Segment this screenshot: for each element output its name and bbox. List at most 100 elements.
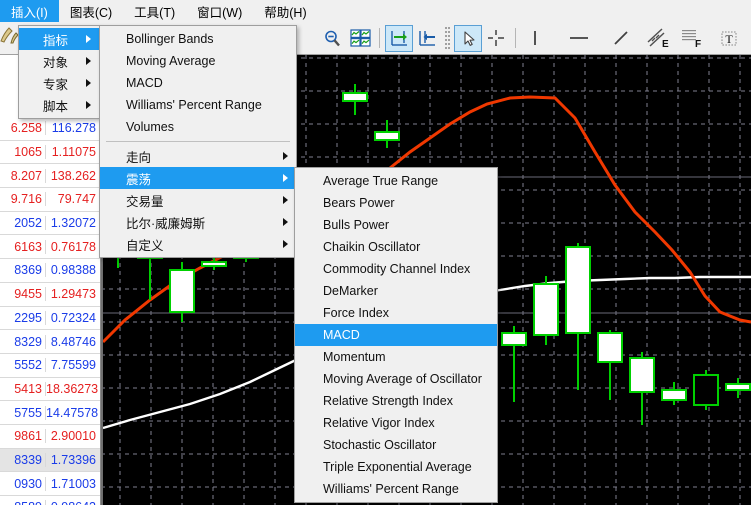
market-watch-ask: 1.32072: [45, 216, 100, 230]
menu-item-label: Average True Range: [323, 174, 438, 188]
cursor-arrow-icon[interactable]: [454, 25, 482, 52]
market-watch-bid: 6163: [0, 240, 45, 254]
market-watch-row[interactable]: 575514.47578: [0, 401, 100, 425]
equidistant-channel-icon[interactable]: E: [645, 25, 673, 52]
market-watch-row[interactable]: 20521.32072: [0, 212, 100, 236]
crosshair-icon[interactable]: [482, 25, 510, 52]
menubar-item-3[interactable]: 窗口(W): [186, 0, 253, 22]
fibonacci-retracement-icon[interactable]: F: [679, 25, 707, 52]
tile-windows-icon[interactable]: [346, 25, 374, 52]
menu-bar[interactable]: 插入(I)图表(C)工具(T)窗口(W)帮助(H): [0, 0, 751, 22]
market-watch-ask: 1.73396: [45, 453, 100, 467]
oscillators-menu-item-12[interactable]: Stochastic Oscillator: [295, 434, 497, 456]
partial-toolbar-icon: [0, 24, 18, 44]
toolbar-drag-grip[interactable]: [445, 27, 450, 49]
horizontal-line-icon[interactable]: [565, 25, 593, 52]
menubar-item-1[interactable]: 图表(C): [59, 0, 123, 22]
indicators-menu-item-1[interactable]: Moving Average: [100, 50, 296, 72]
insert-menu-item-3[interactable]: 脚本: [19, 94, 99, 116]
indicators-menu-item-9[interactable]: 自定义: [100, 233, 296, 255]
market-watch-bid: 5413: [0, 382, 45, 396]
market-watch-ask: 116.278: [45, 121, 100, 135]
market-watch-row[interactable]: 85890.98642: [0, 496, 100, 505]
menu-item-label: Relative Strength Index: [323, 394, 453, 408]
oscillators-menu-item-14[interactable]: Williams' Percent Range: [295, 478, 497, 500]
menu-item-label: DeMarker: [323, 284, 378, 298]
trendline-icon[interactable]: [607, 25, 635, 52]
menu-separator: [106, 141, 290, 142]
chart-shift-icon[interactable]: [413, 25, 441, 52]
market-watch-row[interactable]: 6.258116.278: [0, 117, 100, 141]
indicators-submenu[interactable]: Bollinger Bands Moving Average MACDWilliam…: [99, 25, 297, 258]
oscillators-menu-item-1[interactable]: Bears Power: [295, 192, 497, 214]
indicators-menu-item-8[interactable]: 比尔·威廉姆斯: [100, 211, 296, 233]
market-watch-panel[interactable]: 6.258116.27810651.110758.207138.2629.716…: [0, 55, 101, 505]
indicators-menu-item-5[interactable]: 走向: [100, 145, 296, 167]
insert-menu-item-0[interactable]: 指标: [19, 28, 99, 50]
submenu-arrow-icon: [86, 57, 91, 65]
menu-item-label: 脚本: [43, 96, 68, 115]
menu-item-label: MACD: [323, 328, 360, 342]
menubar-item-4[interactable]: 帮助(H): [253, 0, 317, 22]
market-watch-ask: 79.747: [45, 192, 100, 206]
menubar-item-0[interactable]: 插入(I): [0, 0, 59, 22]
indicators-menu-item-2[interactable]: MACD: [100, 72, 296, 94]
market-watch-bid: 0930: [0, 477, 45, 491]
menu-item-label: Force Index: [323, 306, 389, 320]
market-watch-ask: 1.29473: [45, 287, 100, 301]
oscillators-menu-item-10[interactable]: Relative Strength Index: [295, 390, 497, 412]
oscillators-menu-item-8[interactable]: Momentum: [295, 346, 497, 368]
oscillators-menu-item-4[interactable]: Commodity Channel Index: [295, 258, 497, 280]
market-watch-row[interactable]: 09301.71003: [0, 472, 100, 496]
oscillators-menu-item-7[interactable]: MACD: [295, 324, 497, 346]
indicators-menu-item-7[interactable]: 交易量: [100, 189, 296, 211]
oscillators-menu-item-6[interactable]: Force Index: [295, 302, 497, 324]
oscillators-menu-item-11[interactable]: Relative Vigor Index: [295, 412, 497, 434]
market-watch-row[interactable]: 10651.11075: [0, 141, 100, 165]
market-watch-row[interactable]: 83298.48746: [0, 330, 100, 354]
market-watch-row[interactable]: 98612.90010: [0, 425, 100, 449]
menu-item-label: Bears Power: [323, 196, 395, 210]
menu-item-label: 交易量: [126, 191, 164, 210]
toolbar-separator-2: [515, 28, 516, 48]
oscillators-submenu[interactable]: Average True Range Bears Power Bulls Power…: [294, 167, 498, 503]
menubar-item-2[interactable]: 工具(T): [123, 0, 186, 22]
market-watch-row[interactable]: 55527.75599: [0, 354, 100, 378]
insert-menu-item-2[interactable]: 专家: [19, 72, 99, 94]
oscillators-menu-item-3[interactable]: Chaikin Oscillator: [295, 236, 497, 258]
insert-menu-item-1[interactable]: 对象: [19, 50, 99, 72]
market-watch-row[interactable]: 94551.29473: [0, 283, 100, 307]
market-watch-row[interactable]: 541318.36273: [0, 378, 100, 402]
indicators-menu-item-3[interactable]: Williams' Percent Range: [100, 94, 296, 116]
menu-item-label: 指标: [43, 30, 68, 49]
market-watch-row[interactable]: 83391.73396: [0, 449, 100, 473]
oscillators-menu-item-0[interactable]: Average True Range: [295, 170, 497, 192]
indicators-menu-item-0[interactable]: Bollinger Bands: [100, 28, 296, 50]
market-watch-row[interactable]: 61630.76178: [0, 235, 100, 259]
zoom-out-icon[interactable]: [318, 25, 346, 52]
oscillators-menu-item-9[interactable]: Moving Average of Oscillator: [295, 368, 497, 390]
market-watch-ask: 1.11075: [45, 145, 100, 159]
submenu-arrow-icon: [86, 101, 91, 109]
menu-item-label: 对象: [43, 52, 68, 71]
market-watch-row[interactable]: 83690.98388: [0, 259, 100, 283]
menu-item-label: Relative Vigor Index: [323, 416, 435, 430]
svg-text:T: T: [725, 32, 733, 46]
text-label-icon[interactable]: T: [715, 25, 743, 52]
oscillators-menu-item-5[interactable]: DeMarker: [295, 280, 497, 302]
indicators-menu-item-4[interactable]: Volumes: [100, 116, 296, 138]
vertical-line-icon[interactable]: [521, 25, 549, 52]
menu-item-label: 震荡: [126, 169, 151, 188]
insert-menu[interactable]: 指标对象专家脚本: [18, 25, 100, 119]
auto-scroll-icon[interactable]: [385, 25, 413, 52]
menu-item-label: 专家: [43, 74, 68, 93]
indicators-menu-item-6[interactable]: 震荡: [100, 167, 296, 189]
market-watch-bid: 9455: [0, 287, 45, 301]
oscillators-menu-item-2[interactable]: Bulls Power: [295, 214, 497, 236]
market-watch-row[interactable]: 9.71679.747: [0, 188, 100, 212]
market-watch-row[interactable]: 22950.72324: [0, 307, 100, 331]
menu-item-label: Moving Average: [126, 54, 215, 68]
market-watch-row[interactable]: 8.207138.262: [0, 164, 100, 188]
oscillators-menu-item-13[interactable]: Triple Exponential Average: [295, 456, 497, 478]
market-watch-ask: 7.75599: [45, 358, 100, 372]
